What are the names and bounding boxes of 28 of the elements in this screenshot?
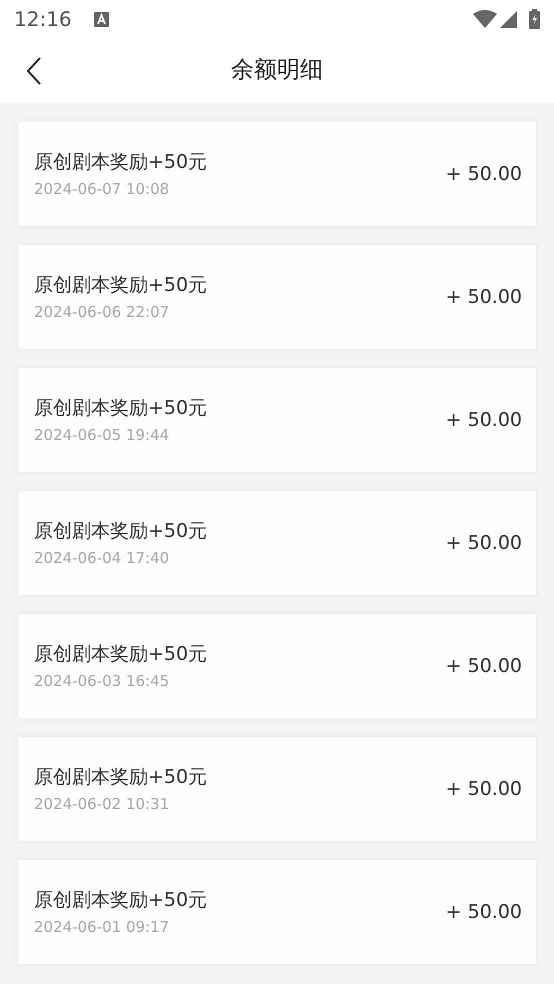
wifi-icon (473, 10, 497, 28)
record-time: 2024-06-03 16:45 (34, 670, 170, 692)
record-title: 原创剧本奖励+50元 (34, 642, 208, 666)
signal-icon (500, 10, 517, 28)
record-title: 原创剧本奖励+50元 (34, 518, 208, 544)
back-icon (27, 56, 41, 84)
record-title: 原创剧本奖励+50元 (34, 396, 208, 420)
record-amount: + 50.00 (446, 900, 522, 925)
record-amount: + 50.00 (446, 408, 522, 433)
record-time: 2024-06-04 17:40 (34, 548, 170, 568)
notification-icon (94, 12, 109, 26)
record-amount: + 50.00 (446, 776, 522, 802)
record-time: 2024-06-06 22:07 (34, 302, 170, 322)
record-title: 原创剧本奖励+50元 (34, 150, 208, 174)
status-time: 12:16 (14, 6, 72, 33)
record-time: 2024-06-02 10:31 (34, 794, 170, 814)
battery-icon (529, 9, 540, 29)
record-time: 2024-06-05 19:44 (34, 424, 170, 446)
record-title: 原创剧本奖励+50元 (34, 888, 208, 912)
record-title: 原创剧本奖励+50元 (34, 272, 208, 298)
record-amount: + 50.00 (446, 162, 522, 187)
record-time: 2024-06-01 09:17 (34, 916, 170, 938)
record-amount: + 50.00 (446, 284, 522, 310)
record-amount: + 50.00 (446, 530, 522, 556)
record-amount: + 50.00 (446, 654, 522, 679)
record-title: 原创剧本奖励+50元 (34, 764, 208, 790)
record-time: 2024-06-07 10:08 (34, 178, 170, 200)
page-title: 余额明细 (231, 56, 323, 86)
